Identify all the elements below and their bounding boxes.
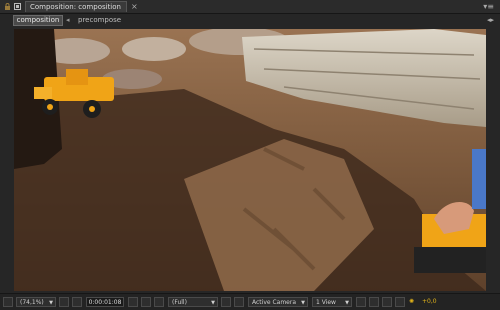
- footage-frame: [14, 29, 486, 291]
- flowchart-icon[interactable]: [395, 297, 405, 307]
- crumb-composition[interactable]: composition: [13, 15, 63, 26]
- panel-menu-icon[interactable]: ▾≡: [483, 2, 494, 11]
- lock-icon[interactable]: [4, 3, 11, 10]
- navigator-arrows-icon[interactable]: ◂▸: [487, 15, 494, 26]
- chevron-down-icon: ▼: [211, 300, 215, 306]
- viewer-toolbar: (74,1%) ▼ 0:00:01:08 (Full) ▼ Active Camer…: [0, 293, 500, 310]
- chevron-down-icon: ▼: [49, 300, 53, 306]
- region-of-interest-icon[interactable]: [221, 297, 231, 307]
- magnification-value: (74,1%): [20, 299, 44, 306]
- magnification-dropdown[interactable]: (74,1%) ▼: [16, 297, 56, 307]
- composition-viewer[interactable]: [14, 29, 486, 291]
- resolution-dropdown[interactable]: (Full) ▼: [168, 297, 218, 307]
- mask-visibility-icon[interactable]: [72, 297, 82, 307]
- toggle-pixel-aspect-icon[interactable]: [356, 297, 366, 307]
- crumb-separator-icon: ◂: [66, 16, 70, 24]
- fast-preview-icon[interactable]: [369, 297, 379, 307]
- snapshot-icon[interactable]: [128, 297, 138, 307]
- exposure-reset-icon[interactable]: ✺: [409, 297, 419, 307]
- camera-dropdown[interactable]: Active Camera ▼: [248, 297, 308, 307]
- panel-tab-bar: Composition: composition × ▾≡: [0, 0, 500, 14]
- show-snapshot-icon[interactable]: [141, 297, 151, 307]
- crumb-precompose[interactable]: precompose: [78, 15, 121, 26]
- chevron-down-icon: ▼: [301, 300, 305, 306]
- panel-toggle-icon[interactable]: [14, 3, 21, 10]
- safe-zones-icon[interactable]: [59, 297, 69, 307]
- chevron-down-icon: ▼: [345, 300, 349, 306]
- close-icon[interactable]: ×: [131, 1, 138, 12]
- camera-value: Active Camera: [252, 299, 297, 306]
- view-layout-value: 1 View: [316, 299, 336, 306]
- always-preview-icon[interactable]: [3, 297, 13, 307]
- exposure-value[interactable]: +0,0: [422, 297, 446, 307]
- tab-composition[interactable]: Composition: composition: [25, 1, 127, 12]
- transparency-grid-icon[interactable]: [234, 297, 244, 307]
- current-time-display[interactable]: 0:00:01:08: [86, 297, 124, 307]
- resolution-value: (Full): [172, 299, 187, 306]
- timeline-icon[interactable]: [382, 297, 392, 307]
- composition-navigator: composition ◂ precompose ◂▸: [0, 14, 500, 27]
- view-layout-dropdown[interactable]: 1 View ▼: [312, 297, 352, 307]
- color-channel-icon[interactable]: [154, 297, 164, 307]
